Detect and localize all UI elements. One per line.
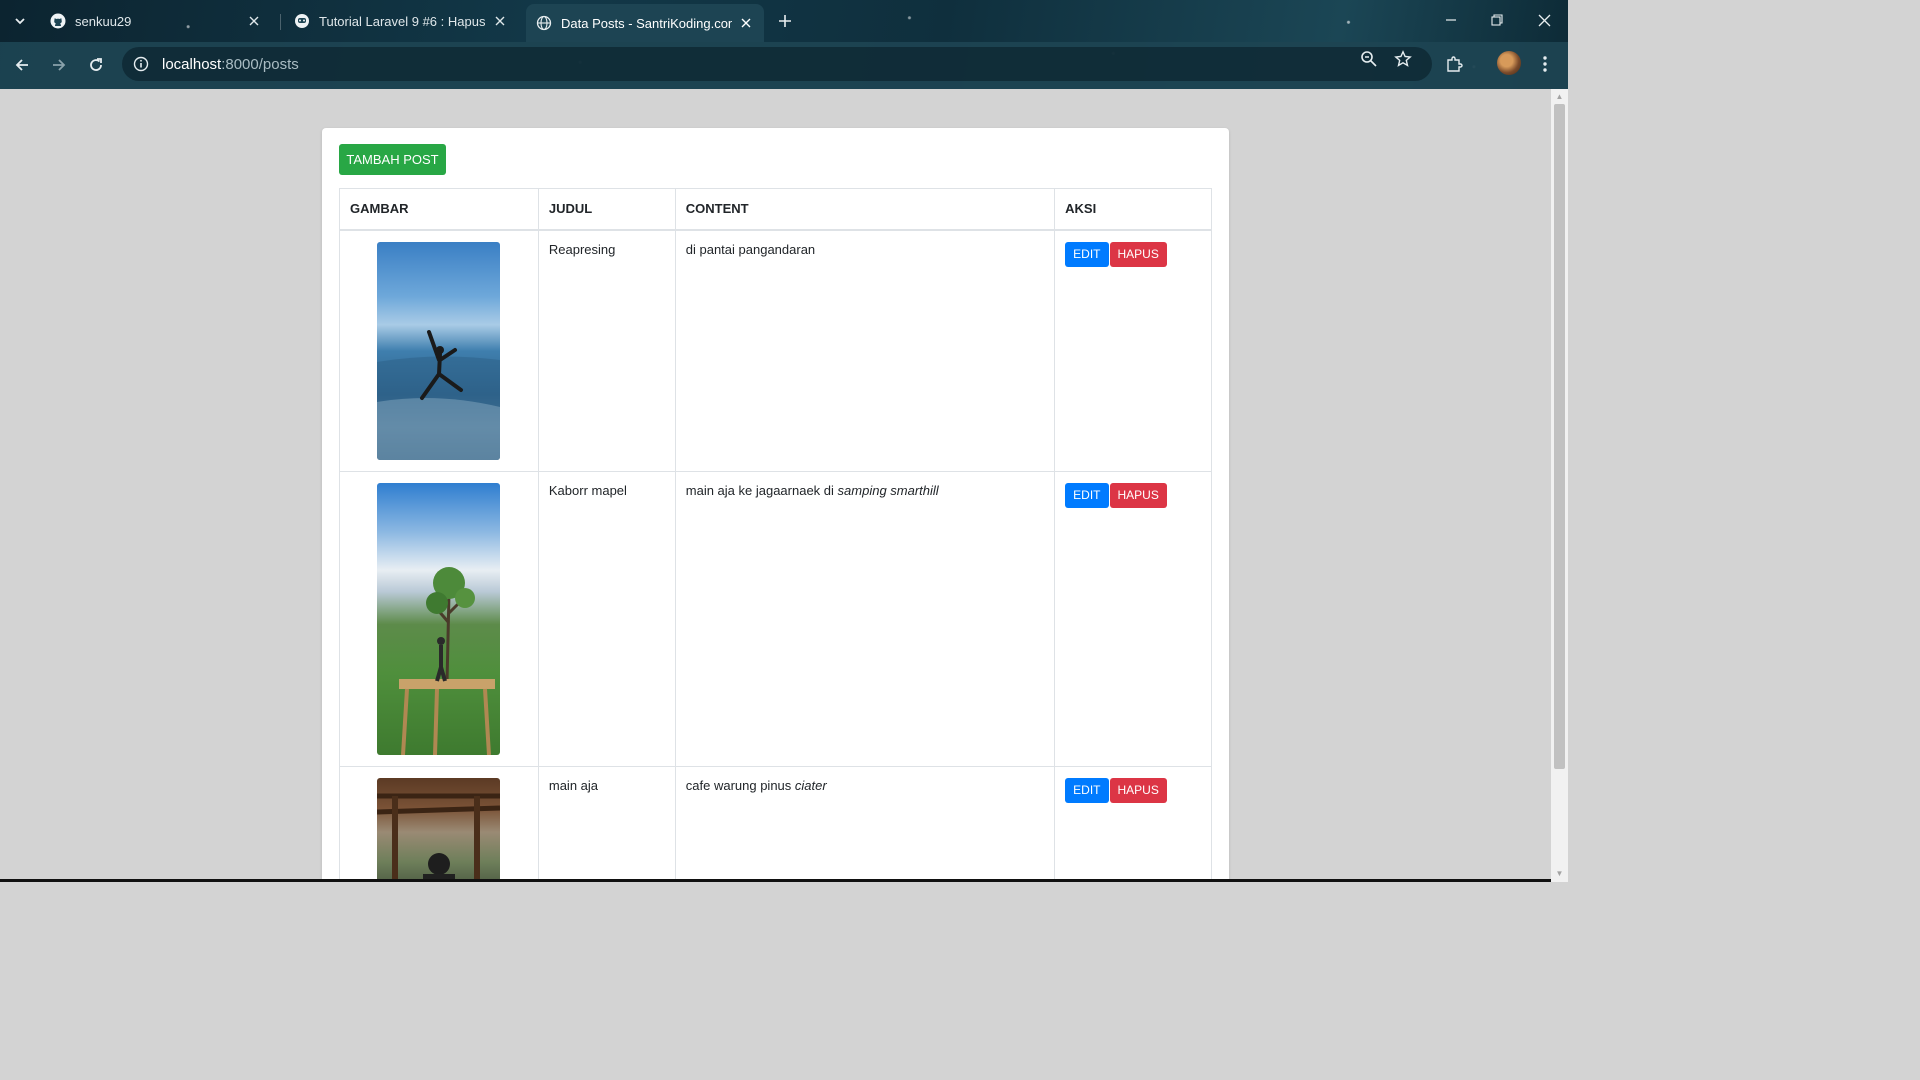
plus-icon	[779, 15, 791, 27]
title-cell: Reapresing	[537, 229, 676, 472]
minimize-icon	[1446, 19, 1456, 21]
title-cell: main aja	[537, 765, 676, 882]
post-image	[377, 482, 501, 755]
reload-button[interactable]	[83, 52, 109, 78]
menu-kebab-icon[interactable]	[1533, 52, 1557, 76]
action-cell: EDIT HAPUS	[1054, 470, 1212, 767]
arrow-right-icon	[53, 59, 66, 71]
tab-title: senkuu29	[75, 13, 132, 29]
image-cell	[339, 470, 539, 767]
tab-title: Data Posts - SantriKoding.com	[561, 15, 732, 31]
tab-github[interactable]: senkuu29	[40, 6, 272, 36]
restore-icon	[1491, 14, 1503, 26]
post-image	[377, 241, 501, 460]
table-row: main aja cafe warung pinus ciater EDIT HA…	[339, 765, 1212, 882]
info-icon[interactable]	[132, 55, 150, 73]
content-cell: di pantai pangandaran	[674, 229, 1056, 472]
forward-button[interactable]	[46, 52, 72, 78]
post-image	[377, 777, 501, 882]
column-header: JUDUL	[537, 188, 676, 231]
tab-strip: senkuu29 Tutorial Laravel 9 #6 : Hapus D…	[0, 0, 1568, 42]
scroll-up-arrow-icon[interactable]: ▲	[1555, 92, 1564, 101]
close-icon[interactable]	[738, 15, 754, 31]
image-cell	[339, 229, 539, 472]
santrikoding-icon	[294, 13, 310, 29]
content-cell: main aja ke jagaarnaek di samping smarth…	[674, 470, 1056, 767]
edit-button[interactable]: EDIT	[1065, 777, 1109, 803]
close-icon[interactable]	[246, 13, 262, 29]
column-header: AKSI	[1054, 188, 1212, 231]
table-row: Reapresing di pantai pangandaran EDIT HAP…	[339, 229, 1212, 472]
scroll-down-arrow-icon[interactable]: ▼	[1555, 869, 1564, 878]
posts-table: GAMBAR JUDUL CONTENT AKSI Reapresing di …	[339, 188, 1212, 882]
browser-chrome: senkuu29 Tutorial Laravel 9 #6 : Hapus D…	[0, 0, 1568, 89]
action-cell: EDIT HAPUS	[1054, 229, 1212, 472]
posts-card: TAMBAH POST GAMBAR JUDUL CONTENT AKSI Re…	[322, 128, 1229, 882]
minimize-button[interactable]	[1437, 8, 1465, 32]
bookmark-star-icon[interactable]	[1394, 50, 1412, 68]
image-cell	[339, 765, 539, 882]
browser-toolbar: localhost:8000/posts	[0, 42, 1568, 89]
taskbar-edge	[0, 879, 1551, 882]
delete-button[interactable]: HAPUS	[1109, 241, 1167, 267]
table-header-row: GAMBAR JUDUL CONTENT AKSI	[339, 188, 1212, 231]
tab-data-posts[interactable]: Data Posts - SantriKoding.com	[526, 4, 764, 42]
url-text: localhost:8000/posts	[162, 55, 299, 73]
arrow-left-icon	[15, 59, 28, 71]
content-cell: cafe warung pinus ciater	[674, 765, 1056, 882]
column-header: GAMBAR	[339, 188, 539, 231]
tab-separator	[280, 14, 281, 30]
new-tab-button[interactable]	[774, 10, 796, 32]
close-icon	[1538, 14, 1550, 26]
close-window-button[interactable]	[1530, 8, 1558, 32]
restore-button[interactable]	[1483, 8, 1511, 32]
extensions-icon[interactable]	[1442, 52, 1466, 76]
edit-button[interactable]: EDIT	[1065, 482, 1109, 508]
profile-avatar[interactable]	[1497, 51, 1521, 75]
table-row: Kaborr mapel main aja ke jagaarnaek di s…	[339, 470, 1212, 767]
edit-button[interactable]: EDIT	[1065, 241, 1109, 267]
github-icon	[50, 13, 66, 29]
tab-tutorial[interactable]: Tutorial Laravel 9 #6 : Hapus D	[284, 6, 518, 36]
tab-title: Tutorial Laravel 9 #6 : Hapus D	[319, 13, 486, 29]
delete-button[interactable]: HAPUS	[1109, 777, 1167, 803]
add-post-button[interactable]: TAMBAH POST	[339, 144, 446, 175]
scrollbar-thumb[interactable]	[1554, 104, 1565, 769]
tab-search-button[interactable]	[8, 9, 32, 33]
column-header: CONTENT	[674, 188, 1056, 231]
vertical-scrollbar[interactable]: ▲ ▼	[1551, 89, 1568, 882]
action-cell: EDIT HAPUS	[1054, 765, 1212, 882]
globe-icon	[536, 15, 552, 31]
reload-icon	[90, 58, 102, 71]
chevron-down-icon	[15, 18, 25, 25]
page-viewport: TAMBAH POST GAMBAR JUDUL CONTENT AKSI Re…	[0, 89, 1551, 882]
zoom-icon[interactable]	[1360, 50, 1378, 68]
address-bar[interactable]: localhost:8000/posts	[122, 47, 1432, 81]
close-icon[interactable]	[492, 13, 508, 29]
delete-button[interactable]: HAPUS	[1109, 482, 1167, 508]
back-button[interactable]	[9, 52, 35, 78]
title-cell: Kaborr mapel	[537, 470, 676, 767]
